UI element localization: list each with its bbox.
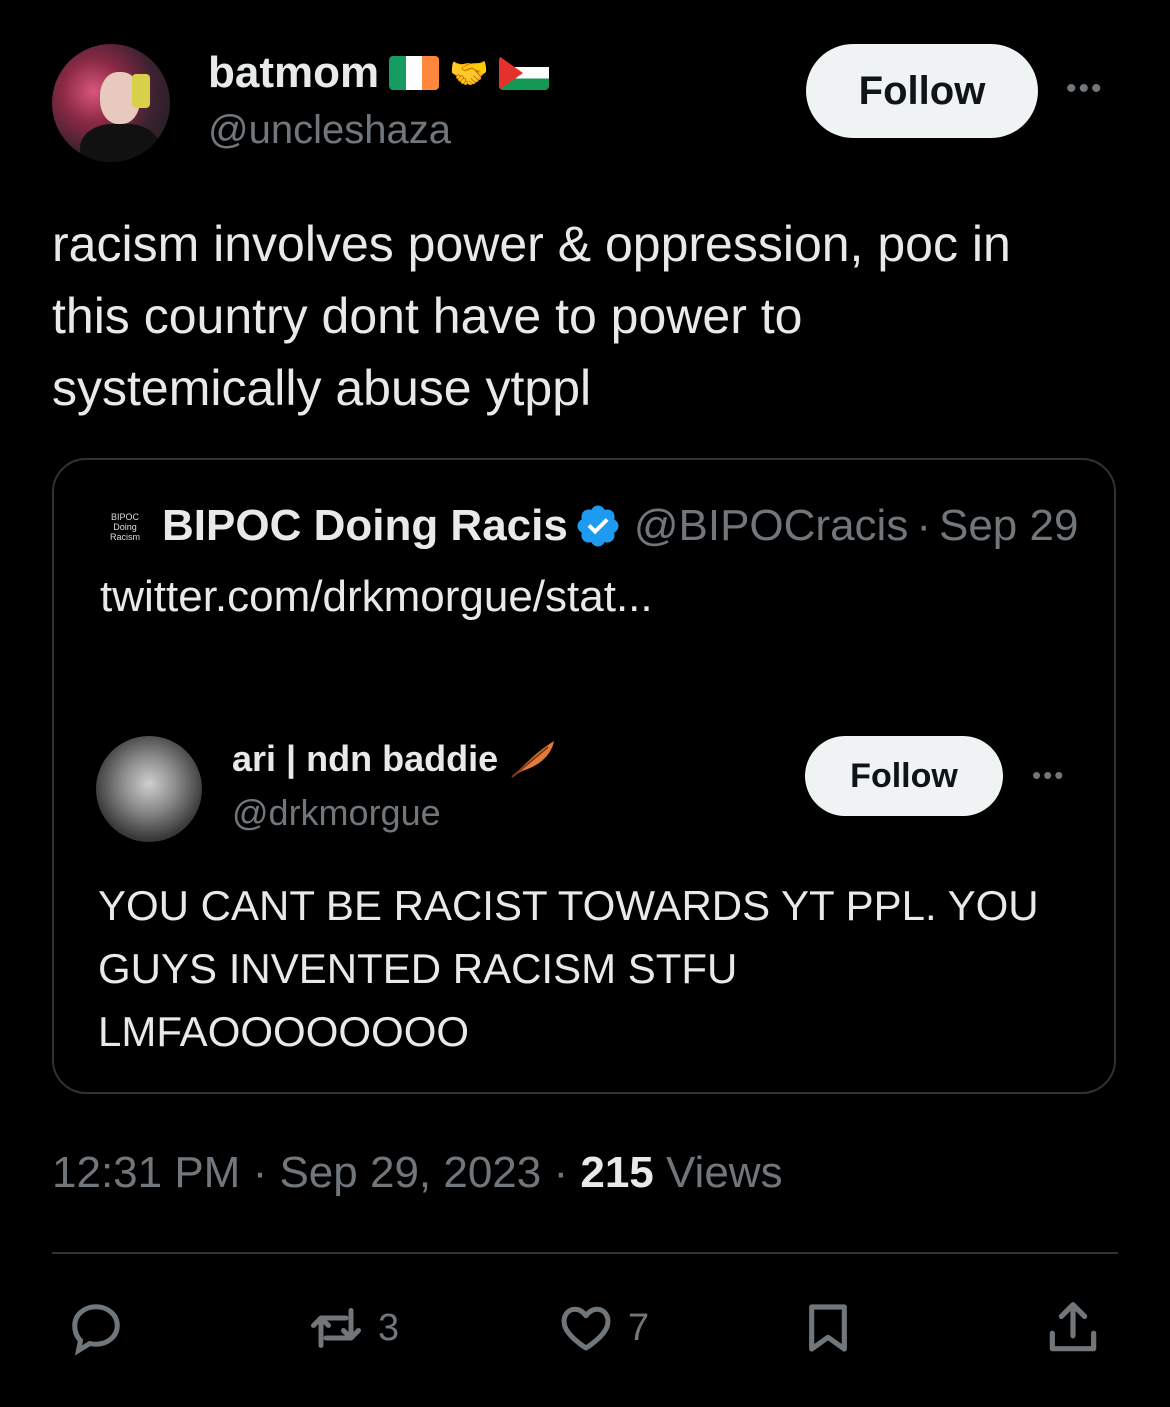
- quote-author-name[interactable]: BIPOC Doing Racis: [162, 501, 568, 551]
- tweet-meta: 12:31 PM · Sep 29, 2023 · 215 Views: [52, 1148, 783, 1198]
- embedded-tweet-text: YOU CANT BE RACIST TOWARDS YT PPL. YOU G…: [98, 874, 1098, 1063]
- quote-link[interactable]: twitter.com/drkmorgue/stat...: [100, 572, 653, 622]
- embedded-more-icon: •••: [1032, 760, 1066, 790]
- divider: [52, 1252, 1118, 1254]
- embedded-handle: @drkmorgue: [232, 792, 441, 833]
- author-handle[interactable]: @uncleshaza: [208, 108, 451, 153]
- tweet-text: racism involves power & oppression, poc …: [52, 208, 1122, 424]
- like-button[interactable]: 7: [554, 1296, 649, 1360]
- author-display-name[interactable]: batmom 🤝: [208, 48, 549, 98]
- quote-avatar[interactable]: BIPOC Doing Racism: [100, 502, 150, 552]
- embedded-name-text: ari | ndn baddie: [232, 738, 499, 779]
- avatar-figure: [80, 124, 160, 162]
- avatar-text-line: Doing: [113, 522, 137, 532]
- meta-separator: ·: [240, 1148, 280, 1197]
- bookmark-button[interactable]: [800, 1296, 856, 1360]
- embedded-line: GUYS INVENTED RACISM STFU: [98, 945, 738, 992]
- views-label: Views: [653, 1148, 783, 1197]
- author-avatar[interactable]: [52, 44, 170, 162]
- tweet-time[interactable]: 12:31 PM: [52, 1148, 240, 1197]
- embedded-avatar: [96, 736, 202, 842]
- embedded-follow-button: Follow: [805, 736, 1003, 816]
- meta-separator: ·: [916, 501, 931, 550]
- quote-avatar-text: BIPOC Doing Racism: [110, 512, 140, 542]
- avatar-text-line: Racism: [109, 532, 140, 542]
- embedded-display-name: ari | ndn baddie: [232, 738, 558, 780]
- tweet-line: racism involves power & oppression, poc …: [52, 216, 1011, 272]
- views-count: 215: [580, 1148, 654, 1197]
- verified-badge-icon: [577, 505, 619, 547]
- feather-icon: [511, 741, 555, 778]
- share-button[interactable]: [1042, 1296, 1104, 1360]
- heart-icon: [561, 1306, 611, 1351]
- retweet-button[interactable]: 3: [304, 1296, 399, 1360]
- avatar-phone: [132, 74, 150, 108]
- author-name-text: batmom: [208, 48, 380, 97]
- tweet-date[interactable]: Sep 29, 2023: [279, 1148, 541, 1197]
- meta-separator: ·: [541, 1148, 581, 1197]
- tweet-line: systemically abuse ytppl: [52, 360, 592, 416]
- follow-button[interactable]: Follow: [806, 44, 1038, 138]
- share-icon: [1049, 1302, 1097, 1352]
- quote-author-handle[interactable]: @BIPOCracis: [634, 501, 908, 551]
- avatar-text-line: BIPOC: [110, 512, 139, 522]
- handshake-icon: 🤝: [449, 55, 489, 91]
- reply-button[interactable]: [66, 1296, 126, 1360]
- embedded-line: LMFAOOOOOOOO: [98, 1008, 470, 1055]
- palestine-flag-icon: [498, 56, 549, 90]
- more-options-icon[interactable]: •••: [1066, 72, 1104, 106]
- embedded-line: YOU CANT BE RACIST TOWARDS YT PPL. YOU: [98, 882, 1039, 929]
- tweet-line: this country dont have to power to: [52, 288, 803, 344]
- bookmark-icon: [809, 1304, 847, 1352]
- retweet-count: 3: [378, 1306, 400, 1349]
- quote-header: BIPOC Doing Racis @BIPOCracis · Sep 29: [162, 500, 1078, 552]
- reply-icon: [72, 1304, 120, 1356]
- retweet-icon: [311, 1308, 361, 1348]
- like-count: 7: [628, 1306, 650, 1349]
- quote-date[interactable]: Sep 29: [939, 501, 1078, 551]
- ireland-flag-icon: [389, 56, 440, 90]
